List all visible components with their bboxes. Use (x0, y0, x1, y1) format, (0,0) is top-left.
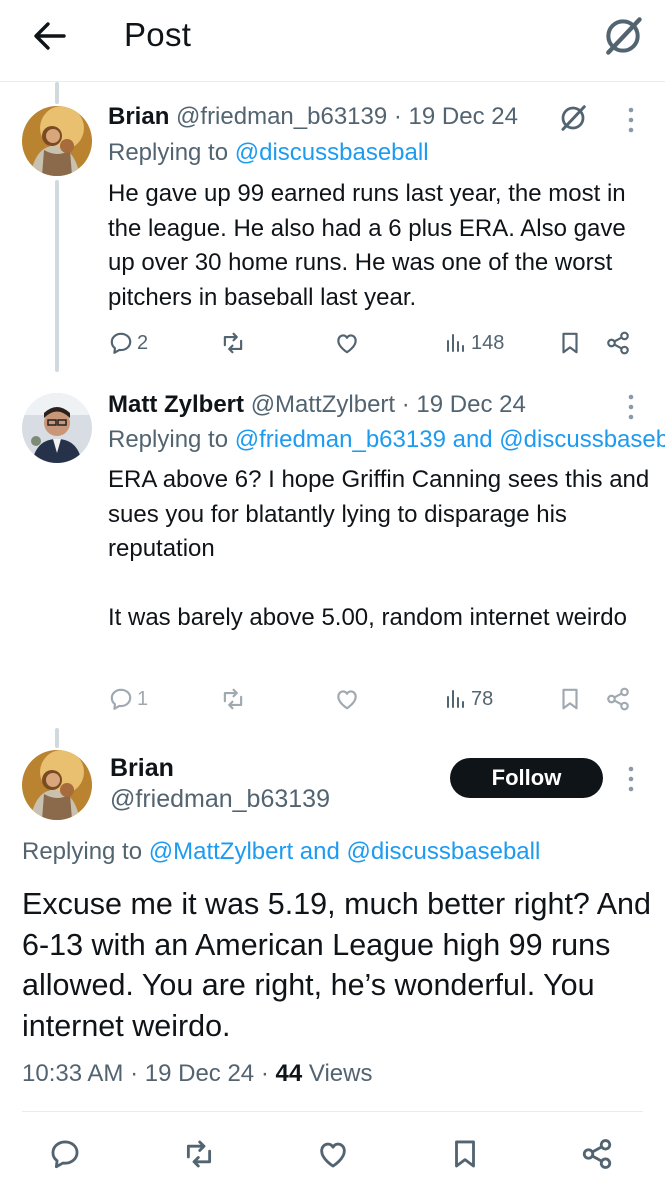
views-button[interactable]: 78 (444, 686, 493, 712)
repost-button[interactable] (182, 1137, 216, 1171)
heart-icon (334, 330, 360, 356)
tweet-text: He gave up 99 earned runs last year, the… (108, 180, 633, 311)
replying-to: Replying to @discussbaseball (108, 139, 665, 167)
views-icon (444, 330, 468, 356)
grok-icon[interactable] (601, 14, 645, 58)
timestamp[interactable]: 19 Dec 24 (416, 391, 525, 418)
mention-link[interactable]: @discussbaseball (235, 139, 429, 166)
follow-button[interactable]: Follow (450, 758, 603, 798)
tweet-text: ERA above 6? I hope Griffin Canning sees… (108, 466, 650, 631)
mention-link[interactable]: @MattZylbert and @discussbaseball (149, 838, 541, 865)
bookmark-button[interactable] (557, 330, 583, 356)
views-count: 44 (275, 1060, 303, 1087)
tweet-header: Brian @friedman_b63139 · 19 Dec 24 (108, 103, 518, 130)
arrow-left-icon[interactable] (30, 18, 70, 54)
share-icon (580, 1137, 614, 1171)
handle[interactable]: @MattZylbert (251, 391, 395, 418)
post-time[interactable]: 10:33 AM (22, 1060, 123, 1087)
display-name[interactable]: Brian (110, 754, 174, 783)
display-name[interactable]: Brian (108, 103, 169, 130)
replying-prefix: Replying to (108, 139, 229, 166)
avatar[interactable] (22, 750, 92, 820)
reply-icon (108, 686, 134, 712)
reply-icon (48, 1137, 82, 1171)
top-bar: Post (0, 0, 665, 82)
replying-prefix: Replying to (22, 838, 143, 865)
post-date[interactable]: 19 Dec 24 (145, 1060, 254, 1087)
views-label: Views (308, 1060, 373, 1087)
grok-icon[interactable] (558, 103, 588, 133)
heart-icon (316, 1137, 350, 1171)
bookmark-icon (448, 1137, 482, 1171)
share-icon (605, 686, 631, 712)
share-button[interactable] (580, 1137, 614, 1171)
like-button[interactable] (334, 330, 360, 356)
replying-to: Replying to @friedman_b63139 and @discus… (108, 426, 665, 454)
thread-line (55, 728, 59, 748)
page-title: Post (124, 16, 192, 53)
more-options-icon[interactable] (625, 392, 637, 422)
tweet-header: Matt Zylbert @MattZylbert · 19 Dec 24 (108, 391, 526, 418)
views-count: 148 (471, 331, 505, 354)
views-count: 78 (471, 687, 494, 710)
like-button[interactable] (316, 1137, 350, 1171)
handle[interactable]: @friedman_b63139 (176, 103, 387, 130)
reply-count: 2 (137, 331, 149, 354)
tweet-text: Excuse me it was 5.19, much better right… (22, 887, 651, 1044)
reply-button[interactable] (48, 1137, 82, 1171)
bookmark-icon (557, 686, 583, 712)
bookmark-button[interactable] (448, 1137, 482, 1171)
repost-button[interactable] (220, 330, 246, 356)
handle[interactable]: @friedman_b63139 (110, 785, 330, 814)
repost-icon (220, 686, 246, 712)
share-icon (605, 330, 631, 356)
views-button[interactable]: 148 (444, 330, 504, 356)
tweet-metadata: 10:33 AM · 19 Dec 24 · 44 Views (22, 1060, 373, 1087)
repost-icon (182, 1137, 216, 1171)
bookmark-button[interactable] (557, 686, 583, 712)
thread-line (55, 82, 59, 104)
reply-icon (108, 330, 134, 356)
like-button[interactable] (334, 686, 360, 712)
divider (22, 1111, 643, 1112)
share-button[interactable] (605, 686, 631, 712)
display-name[interactable]: Matt Zylbert (108, 391, 244, 418)
reply-button[interactable]: 1 (108, 686, 148, 712)
timestamp[interactable]: 19 Dec 24 (409, 103, 518, 130)
avatar[interactable] (22, 106, 92, 176)
more-options-icon[interactable] (625, 105, 637, 135)
repost-icon (220, 330, 246, 356)
repost-button[interactable] (220, 686, 246, 712)
replying-prefix: Replying to (108, 426, 229, 453)
heart-icon (334, 686, 360, 712)
more-options-icon[interactable] (625, 764, 637, 794)
reply-count: 1 (137, 687, 149, 710)
views-icon (444, 686, 468, 712)
share-button[interactable] (605, 330, 631, 356)
mention-link[interactable]: @friedman_b63139 and @discussbaseball (235, 426, 665, 453)
bookmark-icon (557, 330, 583, 356)
thread-line (55, 180, 59, 372)
reply-button[interactable]: 2 (108, 330, 148, 356)
replying-to: Replying to @MattZylbert and @discussbas… (22, 838, 540, 866)
avatar[interactable] (22, 393, 92, 463)
